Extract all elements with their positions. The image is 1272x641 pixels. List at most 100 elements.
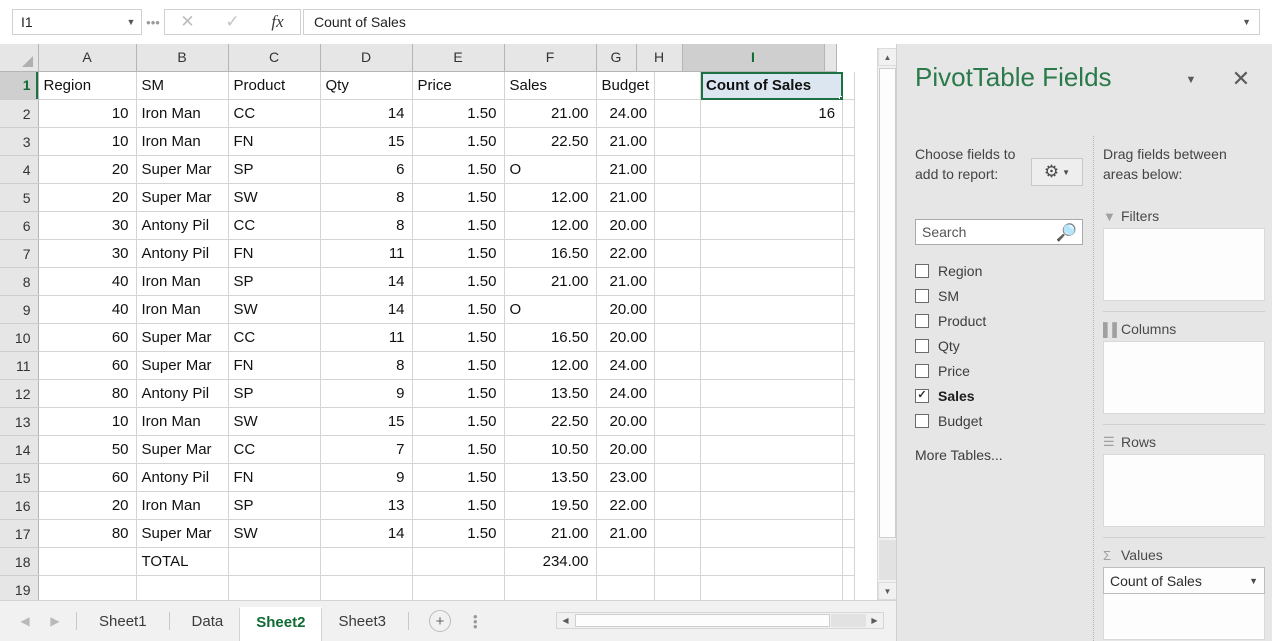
row-header-18[interactable]: 18	[0, 547, 39, 576]
cell-D15[interactable]: 9	[320, 463, 413, 492]
triangle-right-icon[interactable]: ▶	[40, 608, 70, 634]
cell-E8[interactable]: 1.50	[412, 267, 505, 296]
cell-H8[interactable]	[654, 267, 702, 296]
cell-I11[interactable]	[700, 351, 844, 380]
cell-F8[interactable]: 21.00	[504, 267, 597, 296]
column-header-h[interactable]: H	[636, 44, 683, 72]
cell-B4[interactable]: Super Mar	[136, 155, 229, 184]
cell-D18[interactable]	[320, 547, 413, 576]
more-tables-link[interactable]: More Tables...	[915, 447, 1083, 463]
fill-handle[interactable]	[839, 96, 842, 99]
cell-G17[interactable]: 21.00	[596, 519, 656, 548]
row-header-19[interactable]: 19	[0, 575, 39, 600]
sheet-tab-sheet2[interactable]: Sheet2	[239, 607, 323, 641]
cell-I5[interactable]	[700, 183, 844, 212]
triangle-left-icon[interactable]: ◀	[10, 608, 40, 634]
cell-A13[interactable]: 10	[38, 407, 137, 436]
area-columns[interactable]: ▌▌ Columns	[1103, 317, 1265, 414]
cell-H4[interactable]	[654, 155, 702, 184]
cell-D1[interactable]: Qty	[320, 71, 413, 100]
spreadsheet-grid[interactable]: A B C D E F G H I 1 Region SM Product Qty Pri…	[0, 44, 896, 600]
chevron-down-icon[interactable]: ▼	[121, 17, 141, 27]
column-header-a[interactable]: A	[38, 44, 137, 72]
scroll-left-icon[interactable]: ◀	[557, 613, 574, 628]
field-checkbox-product[interactable]	[915, 313, 929, 328]
cell-C5[interactable]: SW	[228, 183, 321, 212]
cell-H15[interactable]	[654, 463, 702, 492]
cell-H19[interactable]	[654, 575, 702, 600]
column-header-f[interactable]: F	[504, 44, 597, 72]
cell-H5[interactable]	[654, 183, 702, 212]
value-field-count-of-sales[interactable]: Count of Sales ▼	[1103, 567, 1265, 594]
cell-A7[interactable]: 30	[38, 239, 137, 268]
cell-D12[interactable]: 9	[320, 379, 413, 408]
cell-E3[interactable]: 1.50	[412, 127, 505, 156]
cell-G9[interactable]: 20.00	[596, 295, 656, 324]
cell-E15[interactable]: 1.50	[412, 463, 505, 492]
cell-C8[interactable]: SP	[228, 267, 321, 296]
row-header-15[interactable]: 15	[0, 463, 39, 492]
field-list-item-budget[interactable]: Budget	[915, 408, 1083, 433]
cell-H6[interactable]	[654, 211, 702, 240]
cell-G7[interactable]: 22.00	[596, 239, 656, 268]
cell-B5[interactable]: Super Mar	[136, 183, 229, 212]
vertical-scrollbar[interactable]: ▲ ▼	[877, 48, 897, 600]
area-filters-dropzone[interactable]	[1103, 228, 1265, 301]
sheet-tab-sheet3[interactable]: Sheet3	[322, 605, 402, 637]
cell-A5[interactable]: 20	[38, 183, 137, 212]
cell-D5[interactable]: 8	[320, 183, 413, 212]
search-icon[interactable]: 🔍	[1056, 223, 1077, 243]
cell-H11[interactable]	[654, 351, 702, 380]
cell-E18[interactable]	[412, 547, 505, 576]
cell-A6[interactable]: 30	[38, 211, 137, 240]
scroll-up-icon[interactable]: ▲	[878, 48, 897, 66]
cell-H1[interactable]	[654, 71, 702, 100]
cell-F10[interactable]: 16.50	[504, 323, 597, 352]
row-header-13[interactable]: 13	[0, 407, 39, 436]
field-checkbox-sales[interactable]: ✓	[915, 388, 929, 403]
cell-I9[interactable]	[700, 295, 844, 324]
cell-H3[interactable]	[654, 127, 702, 156]
cell-F16[interactable]: 19.50	[504, 491, 597, 520]
cell-B15[interactable]: Antony Pil	[136, 463, 229, 492]
cell-I17[interactable]	[700, 519, 844, 548]
area-values-dropzone[interactable]	[1103, 594, 1265, 640]
cell-I13[interactable]	[700, 407, 844, 436]
cell-I18[interactable]	[700, 547, 844, 576]
cell-G4[interactable]: 21.00	[596, 155, 656, 184]
cell-H9[interactable]	[654, 295, 702, 324]
chevron-down-icon[interactable]: ▼	[1242, 17, 1251, 27]
cell-C18[interactable]	[228, 547, 321, 576]
search-input[interactable]: Search 🔍	[915, 219, 1083, 245]
cell-H7[interactable]	[654, 239, 702, 268]
cell-G3[interactable]: 21.00	[596, 127, 656, 156]
cell-A18[interactable]	[38, 547, 137, 576]
cell-C2[interactable]: CC	[228, 99, 321, 128]
field-checkbox-region[interactable]	[915, 263, 929, 278]
cell-E19[interactable]	[412, 575, 505, 600]
cell-C13[interactable]: SW	[228, 407, 321, 436]
cell-H12[interactable]	[654, 379, 702, 408]
cell-D16[interactable]: 13	[320, 491, 413, 520]
cell-F9[interactable]: O	[504, 295, 597, 324]
cell-A8[interactable]: 40	[38, 267, 137, 296]
cell-D6[interactable]: 8	[320, 211, 413, 240]
row-header-17[interactable]: 17	[0, 519, 39, 548]
cell-G6[interactable]: 20.00	[596, 211, 656, 240]
row-header-8[interactable]: 8	[0, 267, 39, 296]
cell-H18[interactable]	[654, 547, 702, 576]
row-header-14[interactable]: 14	[0, 435, 39, 464]
horizontal-scroll-thumb[interactable]	[575, 614, 830, 627]
cell-E17[interactable]: 1.50	[412, 519, 505, 548]
cell-C1[interactable]: Product	[228, 71, 321, 100]
cell-E2[interactable]: 1.50	[412, 99, 505, 128]
cell-H14[interactable]	[654, 435, 702, 464]
cell-I14[interactable]	[700, 435, 844, 464]
cell-D9[interactable]: 14	[320, 295, 413, 324]
cell-D7[interactable]: 11	[320, 239, 413, 268]
cell-G8[interactable]: 21.00	[596, 267, 656, 296]
cell-E9[interactable]: 1.50	[412, 295, 505, 324]
column-header-b[interactable]: B	[136, 44, 229, 72]
cell-I1[interactable]: Count of Sales	[700, 71, 844, 100]
cell-A11[interactable]: 60	[38, 351, 137, 380]
